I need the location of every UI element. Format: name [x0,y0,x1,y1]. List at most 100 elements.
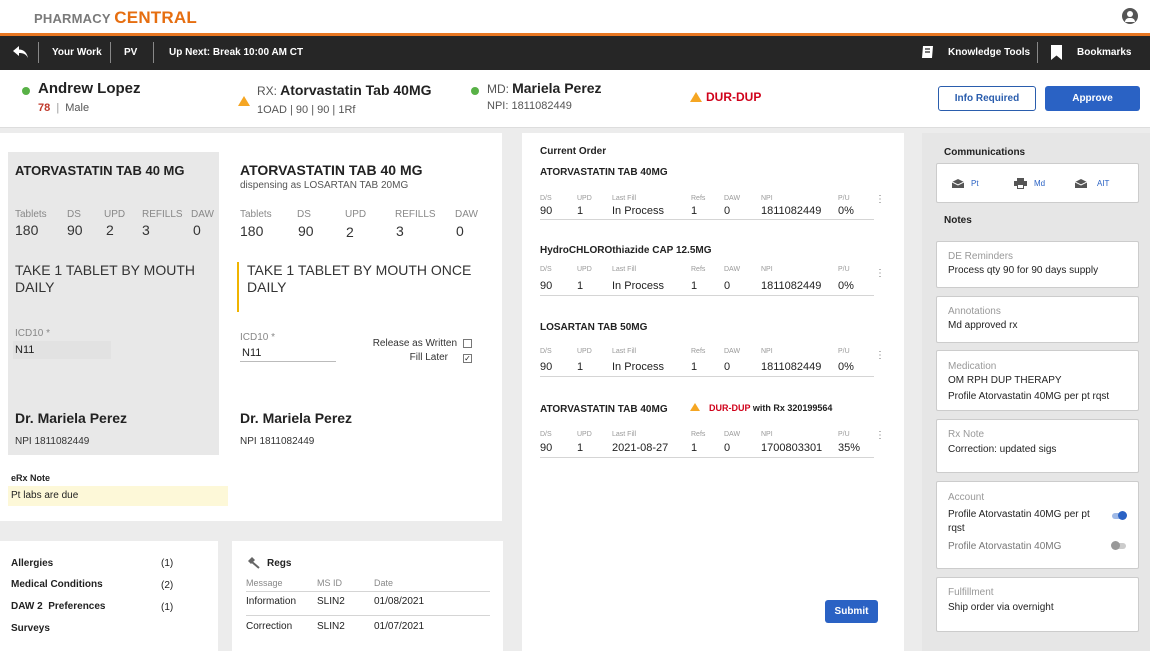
comm-pt-link[interactable]: Pt [971,179,979,188]
regs-header-message: Message [246,578,283,588]
col-ds: D/S [540,266,552,273]
medication-line1: OM RPH DUP THERAPY [948,375,1062,386]
order-daw: 0 [724,205,731,217]
check-icon [22,87,30,95]
nav-divider [38,42,39,63]
divider [540,219,874,220]
value-tablets: 180 [15,222,39,238]
md-name: Mariela Perez [512,80,602,96]
divider [246,591,490,592]
order-ds: 90 [540,280,553,292]
warning-icon [690,92,702,102]
allergies-link[interactable]: Allergies [11,558,53,569]
order-upd: 1 [577,205,584,217]
order-refs: 1 [691,280,698,292]
original-doctor: Dr. Mariela Perez [15,410,128,426]
col-daw: DAW [724,431,741,438]
notes-title: Notes [944,215,972,226]
patient-age: 78 [38,102,51,114]
nav-divider [1037,42,1038,63]
dur-dup-label: DUR-DUP [709,403,751,413]
medication-label: Medication [948,361,997,372]
approve-button[interactable]: Approve [1045,86,1140,111]
patient-sex: Male [65,102,90,114]
pv-link[interactable]: PV [124,47,137,58]
label-upd: UPD [104,209,126,220]
account-toggle-2[interactable] [1111,541,1126,550]
value-ds[interactable]: 90 [298,223,314,239]
more-options-icon[interactable]: ⋮ [875,268,885,279]
col-daw: DAW [724,266,741,273]
dispensed-sig[interactable]: TAKE 1 TABLET BY MOUTH ONCE DAILY [247,262,477,296]
account-label: Account [948,492,985,503]
up-next-status: Up Next: Break 10:00 AM CT [169,47,304,58]
col-daw: DAW [724,348,741,355]
info-required-button[interactable]: Info Required [938,86,1036,111]
fill-later-label: Fill Later [409,352,448,363]
order-ds: 90 [540,442,553,454]
printer-icon [1014,178,1027,189]
release-as-written-checkbox[interactable] [463,339,472,348]
original-drug-name: ATORVASTATIN TAB 40 MG [15,163,185,178]
comm-md-link[interactable]: Md [1034,179,1045,188]
dur-dup-rx: with Rx 320199564 [750,403,833,413]
col-last-fill: Last Fill [612,195,637,202]
rx-note-label: Rx Note [948,429,985,440]
more-options-icon[interactable]: ⋮ [875,194,885,205]
order-ds: 90 [540,361,553,373]
rx-drug-name: Atorvastatin Tab 40MG [280,82,432,98]
bookmark-icon[interactable] [1051,45,1062,60]
label-daw: DAW [455,209,478,220]
order-daw: 0 [724,280,731,292]
col-ds: D/S [540,195,552,202]
value-upd: 2 [106,222,114,238]
more-options-icon[interactable]: ⋮ [875,430,885,441]
separator: | [56,102,60,114]
order-daw: 0 [724,361,731,373]
more-options-icon[interactable]: ⋮ [875,350,885,361]
comm-ait-link[interactable]: AIT [1097,179,1109,188]
col-upd: UPD [577,348,592,355]
dur-alert[interactable]: DUR-DUP [706,90,761,104]
label-refills: REFILLS [142,209,183,220]
col-last-fill: Last Fill [612,266,637,273]
label-refills: REFILLS [395,209,436,220]
book-icon[interactable] [921,45,934,59]
back-arrow-icon[interactable] [12,44,30,60]
daw2-preferences-link[interactable]: DAW 2 Preferences [11,601,106,612]
account-toggle-1[interactable] [1112,511,1127,520]
your-work-link[interactable]: Your Work [52,47,102,58]
divider [540,457,874,458]
value-tablets[interactable]: 180 [240,223,263,239]
surveys-link[interactable]: Surveys [11,623,50,634]
dispensed-icd10-field[interactable]: N11 [240,345,336,362]
fill-later-checkbox[interactable]: ✓ [463,354,472,363]
order-upd: 1 [577,280,584,292]
user-account-icon[interactable] [1122,8,1138,24]
col-npi: NPI [761,266,773,273]
order-last-fill: In Process [612,280,664,292]
order-npi: 1700803301 [761,442,823,454]
col-upd: UPD [577,431,592,438]
value-upd[interactable]: 2 [346,224,354,240]
label-tablets: Tablets [15,209,47,220]
erx-note-text: Pt labs are due [8,486,228,506]
regs-header-date: Date [374,578,394,588]
col-pu: P/U [838,266,850,273]
col-refs: Refs [691,195,706,202]
annotations-label: Annotations [948,306,1001,317]
order-daw: 0 [724,442,731,454]
regs-row-msid: SLIN2 [317,621,345,632]
col-pu: P/U [838,431,850,438]
label-ds: DS [67,209,81,220]
submit-button[interactable]: Submit [825,600,878,623]
order-dur-alert[interactable]: DUR-DUP with Rx 320199564 [709,403,832,413]
medical-conditions-link[interactable]: Medical Conditions [11,579,103,590]
knowledge-tools-link[interactable]: Knowledge Tools [948,47,1030,58]
order-drug-name: LOSARTAN TAB 50MG [540,322,648,333]
account-item-1: Profile Atorvastatin 40MG per pt rqst [948,509,1090,534]
value-daw[interactable]: 0 [456,223,464,239]
bookmarks-link[interactable]: Bookmarks [1077,47,1131,58]
dispensed-drug-name: ATORVASTATIN TAB 40 MG [240,162,423,178]
value-refills[interactable]: 3 [396,223,404,239]
